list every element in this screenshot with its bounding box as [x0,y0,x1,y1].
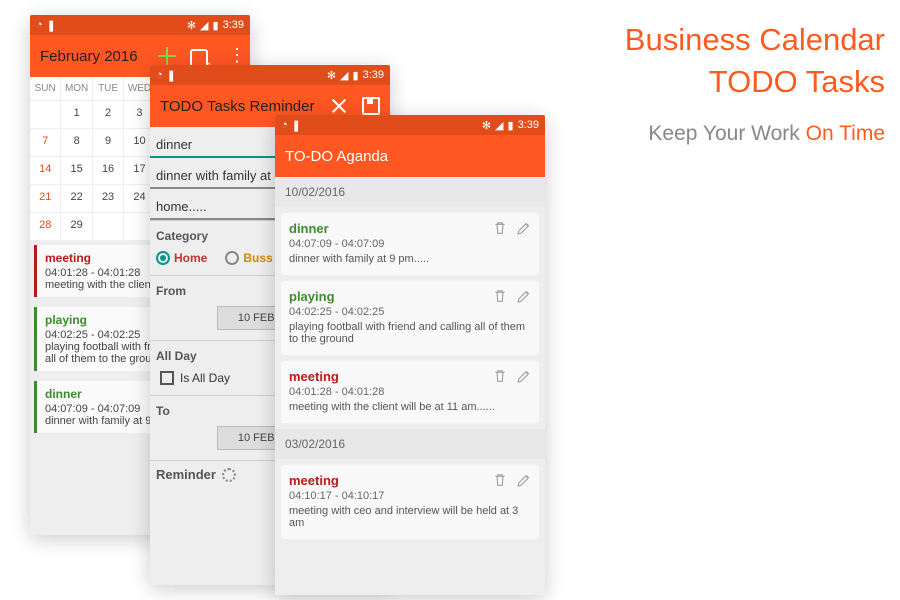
agenda-card[interactable]: meeting04:01:28 - 04:01:28meeting with t… [281,361,539,423]
close-icon[interactable] [330,97,348,115]
clock-text: 3:39 [223,19,244,31]
calendar-cell[interactable]: 29 [61,213,92,241]
cast-icon: ◔ [36,19,43,31]
agenda-list[interactable]: 10/02/2016 dinner04:07:09 - 04:07:09dinne… [275,177,545,595]
date-header: 03/02/2016 [275,429,545,459]
cast-icon: ◔ [156,69,163,81]
app-bar: TO-DO Aganda [275,135,545,177]
calendar-cell[interactable]: 14 [30,157,61,185]
radio-home[interactable]: Home [156,251,207,265]
card-time: 04:10:17 - 04:10:17 [289,490,531,502]
calendar-cell[interactable] [93,213,124,241]
delete-icon[interactable] [491,287,509,305]
marketing-copy: Business Calendar TODO Tasks Keep Your W… [555,22,885,146]
phone-agenda: ◔ ❚ ✻ ◢ ▮ 3:39 TO-DO Aganda 10/02/2016 dinner… [275,115,545,595]
calendar-cell[interactable]: 22 [61,185,92,213]
card-time: 04:02:25 - 04:02:25 [289,306,531,318]
calendar-cell[interactable]: 28 [30,213,61,241]
day-header: TUE [93,77,124,101]
tagline: Keep Your Work On Time [555,122,885,146]
calendar-cell[interactable]: 7 [30,129,61,157]
status-bar: ◔ ❚ ✻ ◢ ▮ 3:39 [30,15,250,35]
save-icon[interactable] [362,97,380,115]
radio-dot-icon [156,251,170,265]
edit-icon[interactable] [515,471,533,489]
signal-icon: ◢ [340,69,348,82]
cast-icon: ◔ [281,119,288,131]
card-time: 04:07:09 - 04:07:09 [289,238,531,250]
card-time: 04:01:28 - 04:01:28 [289,386,531,398]
tag-icon: ❚ [292,119,301,132]
radio-home-label: Home [174,251,207,265]
signal-icon: ◢ [200,19,208,32]
calendar-cell[interactable]: 21 [30,185,61,213]
edit-icon[interactable] [515,367,533,385]
tag-icon: ❚ [47,19,56,32]
clock-text: 3:39 [518,119,539,131]
bluetooth-icon: ✻ [482,119,491,132]
screen-title: TO-DO Aganda [285,148,535,165]
status-bar: ◔ ❚ ✻ ◢ ▮ 3:39 [275,115,545,135]
calendar-cell[interactable]: 2 [93,101,124,129]
battery-icon: ▮ [353,69,359,82]
battery-icon: ▮ [213,19,219,32]
calendar-cell[interactable]: 16 [93,157,124,185]
calendar-cell[interactable]: 9 [93,129,124,157]
edit-icon[interactable] [515,219,533,237]
delete-icon[interactable] [491,471,509,489]
calendar-cell[interactable]: 8 [61,129,92,157]
radio-business-label: Buss [243,251,272,265]
battery-icon: ▮ [508,119,514,132]
agenda-card[interactable]: meeting04:10:17 - 04:10:17meeting with c… [281,465,539,539]
status-bar: ◔ ❚ ✻ ◢ ▮ 3:39 [150,65,390,85]
card-desc: meeting with ceo and interview will be h… [289,505,531,529]
calendar-cell[interactable] [30,101,61,129]
tagline-a: Keep Your Work [648,122,805,145]
headline-2: TODO Tasks [555,64,885,100]
bluetooth-icon: ✻ [327,69,336,82]
headline-1: Business Calendar [555,22,885,58]
agenda-card[interactable]: playing04:02:25 - 04:02:25playing footba… [281,281,539,355]
checkbox-icon [160,371,174,385]
calendar-cell[interactable]: 15 [61,157,92,185]
calendar-cell[interactable]: 23 [93,185,124,213]
radio-dot-icon [225,251,239,265]
month-title: February 2016 [40,48,158,65]
delete-icon[interactable] [491,367,509,385]
agenda-card[interactable]: dinner04:07:09 - 04:07:09dinner with fam… [281,213,539,275]
edit-icon[interactable] [515,287,533,305]
allday-cb-label: Is All Day [180,371,230,385]
card-desc: dinner with family at 9 pm..... [289,253,531,265]
reminder-label: Reminder [156,467,216,482]
tagline-b: On Time [806,122,885,145]
card-desc: meeting with the client will be at 11 am… [289,401,531,413]
tag-icon: ❚ [167,69,176,82]
add-icon[interactable] [158,47,176,65]
bluetooth-icon: ✻ [187,19,196,32]
day-header: SUN [30,77,61,101]
date-header: 10/02/2016 [275,177,545,207]
radio-business[interactable]: Buss [225,251,272,265]
card-desc: playing football with friend and calling… [289,321,531,345]
screen-title: TODO Tasks Reminder [160,98,330,115]
gear-icon [222,468,236,482]
day-header: MON [61,77,92,101]
signal-icon: ◢ [495,119,503,132]
clock-text: 3:39 [363,69,384,81]
delete-icon[interactable] [491,219,509,237]
calendar-cell[interactable]: 1 [61,101,92,129]
overflow-icon[interactable] [222,47,240,65]
